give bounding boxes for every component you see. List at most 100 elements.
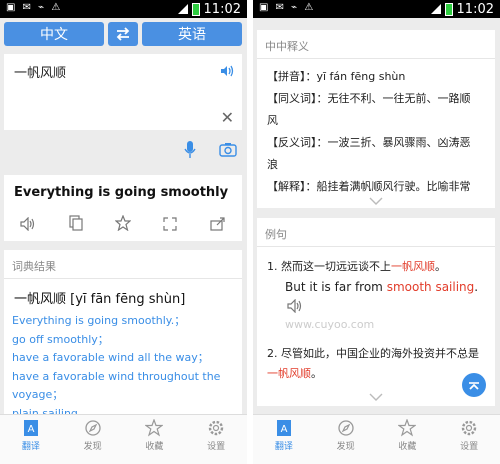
input-area[interactable]: 一帆风顺 ✕	[4, 54, 242, 130]
example-text: But it is far from	[285, 280, 383, 294]
tab-label: 翻译	[21, 442, 40, 452]
tab-label: 设置	[207, 442, 226, 452]
example-number: 1.	[267, 260, 278, 273]
tab-favorites[interactable]: 收藏	[124, 415, 186, 464]
translate-icon: A	[23, 420, 38, 436]
definition-link[interactable]: have a favorable wind throughout the	[12, 368, 237, 387]
highlight-text: 一帆风顺	[267, 367, 311, 380]
example-1-chinese: 1. 然而这一切远远谈不上一帆风顺。	[267, 258, 489, 274]
tab-label: 收藏	[398, 442, 417, 452]
clear-icon[interactable]: ✕	[221, 108, 234, 127]
translation-result: Everything is going smoothly	[14, 185, 229, 200]
definition-link[interactable]: go off smoothly；	[12, 331, 237, 350]
scroll-top-button[interactable]	[462, 373, 486, 397]
speaker-icon[interactable]	[20, 216, 36, 235]
clock: 11:02	[456, 1, 494, 17]
swap-languages-button[interactable]	[108, 22, 138, 46]
headword: 一帆风顺 [yī fān fēng shùn]	[14, 292, 186, 307]
language-bar: 中文 英语	[0, 22, 247, 48]
target-language-button[interactable]: 英语	[142, 22, 242, 46]
definition-link[interactable]: voyage；	[12, 386, 237, 405]
expand-chevron-icon[interactable]	[369, 190, 383, 209]
dictionary-header: 词典结果	[12, 260, 56, 273]
examples-header: 例句	[265, 228, 287, 241]
definition-link[interactable]: Everything is going smoothly.；	[12, 312, 237, 331]
meaning-text: 【拼音】：yī fán fēng shùn 【同义词】：无往不利、一往无前、一路…	[267, 66, 489, 198]
meaning-line: 【同义词】：无往不利、一往无前、一路顺	[267, 92, 471, 105]
svg-text:A: A	[27, 424, 34, 435]
meaning-header: 中中释义	[265, 40, 309, 53]
fullscreen-icon[interactable]	[163, 216, 177, 235]
compass-icon	[337, 420, 354, 436]
arrow-up-icon	[469, 382, 479, 390]
compass-icon	[84, 420, 101, 436]
definition-list: Everything is going smoothly.； go off sm…	[12, 312, 237, 423]
tab-label: 翻译	[274, 442, 293, 452]
screenshot-collage: ▣ ✉ ⌁ ⚠ 11:02 中文 英语 一帆风顺 ✕ Everything is…	[0, 0, 500, 464]
translate-icon: A	[276, 420, 291, 436]
tab-label: 设置	[460, 442, 479, 452]
example-text: 然而这一切远远谈不上	[281, 260, 391, 273]
example-2-chinese: 2. 尽管如此，中国企业的海外投资并不总是一帆风顺。	[267, 344, 489, 384]
bottom-tab-bar: A 翻译 发现 收藏 设置	[0, 414, 247, 464]
signal-icon	[177, 4, 188, 14]
examples-card: 例句 1. 然而这一切远远谈不上一帆风顺。 But it is far from…	[257, 218, 495, 406]
star-icon[interactable]	[114, 214, 132, 235]
result-actions	[4, 214, 242, 235]
chinese-meaning-card: 中中释义 【拼音】：yī fán fēng shùn 【同义词】：无往不利、一往…	[257, 30, 495, 208]
input-text[interactable]: 一帆风顺	[14, 62, 66, 81]
translation-result-card: Everything is going smoothly	[4, 175, 242, 241]
camera-icon[interactable]	[219, 142, 237, 161]
details-screen: ▣ ✉ ⌁ ⚠ 11:02 中中释义 【拼音】：yī fán fēng shùn…	[253, 0, 500, 464]
example-number: 2.	[267, 347, 278, 360]
star-icon	[398, 419, 417, 437]
status-bar: ▣ ✉ ⌁ ⚠ 11:02	[0, 0, 247, 18]
gear-icon	[208, 420, 224, 436]
dictionary-card: 词典结果 一帆风顺 [yī fān fēng shùn] Everything …	[4, 250, 242, 420]
watermark: www.cuyoo.com	[285, 318, 375, 331]
tab-label: 发现	[336, 442, 355, 452]
tab-favorites[interactable]: 收藏	[377, 415, 439, 464]
input-tools	[0, 140, 247, 164]
translate-screen: ▣ ✉ ⌁ ⚠ 11:02 中文 英语 一帆风顺 ✕ Everything is…	[0, 0, 247, 464]
meaning-line: 浪	[267, 158, 278, 171]
example-text: .	[474, 280, 479, 294]
tab-discover[interactable]: 发现	[315, 415, 377, 464]
signal-icon	[430, 4, 441, 14]
example-1-english: But it is far from smooth sailing.	[285, 280, 478, 294]
example-text: 。	[311, 367, 322, 380]
meaning-line: 【拼音】：yī fán fēng shùn	[267, 70, 406, 83]
speaker-icon[interactable]	[287, 298, 303, 317]
battery-icon	[444, 2, 453, 16]
tab-label: 收藏	[145, 442, 164, 452]
tab-translate[interactable]: A 翻译	[253, 415, 315, 464]
highlight-text: smooth sailing	[386, 280, 475, 294]
copy-icon[interactable]	[68, 215, 83, 235]
swap-icon	[116, 27, 130, 41]
meaning-line: 【反义词】：一波三折、暴风骤雨、凶涛恶	[267, 136, 471, 149]
expand-chevron-icon[interactable]	[369, 386, 383, 405]
divider	[257, 246, 495, 247]
gear-icon	[461, 420, 477, 436]
tab-settings[interactable]: 设置	[438, 415, 500, 464]
example-text: 尽管如此，中国企业的海外投资并不总是	[281, 347, 479, 360]
microphone-icon[interactable]	[183, 140, 197, 164]
svg-text:A: A	[280, 424, 287, 435]
tab-settings[interactable]: 设置	[185, 415, 247, 464]
divider	[4, 278, 242, 279]
clock: 11:02	[203, 1, 241, 17]
status-bar: ▣ ✉ ⌁ ⚠ 11:02	[253, 0, 500, 18]
star-icon	[145, 419, 164, 437]
divider	[257, 58, 495, 59]
source-language-button[interactable]: 中文	[4, 22, 104, 46]
definition-link[interactable]: have a favorable wind all the way；	[12, 349, 237, 368]
meaning-line: 风	[267, 114, 278, 127]
highlight-text: 一帆风顺	[391, 260, 435, 273]
share-icon[interactable]	[210, 216, 226, 235]
speaker-icon[interactable]	[220, 62, 234, 81]
notification-icons: ▣ ✉ ⌁ ⚠	[259, 2, 316, 13]
example-text: 。	[435, 260, 446, 273]
notification-icons: ▣ ✉ ⌁ ⚠	[6, 2, 63, 13]
tab-discover[interactable]: 发现	[62, 415, 124, 464]
tab-translate[interactable]: A 翻译	[0, 415, 62, 464]
